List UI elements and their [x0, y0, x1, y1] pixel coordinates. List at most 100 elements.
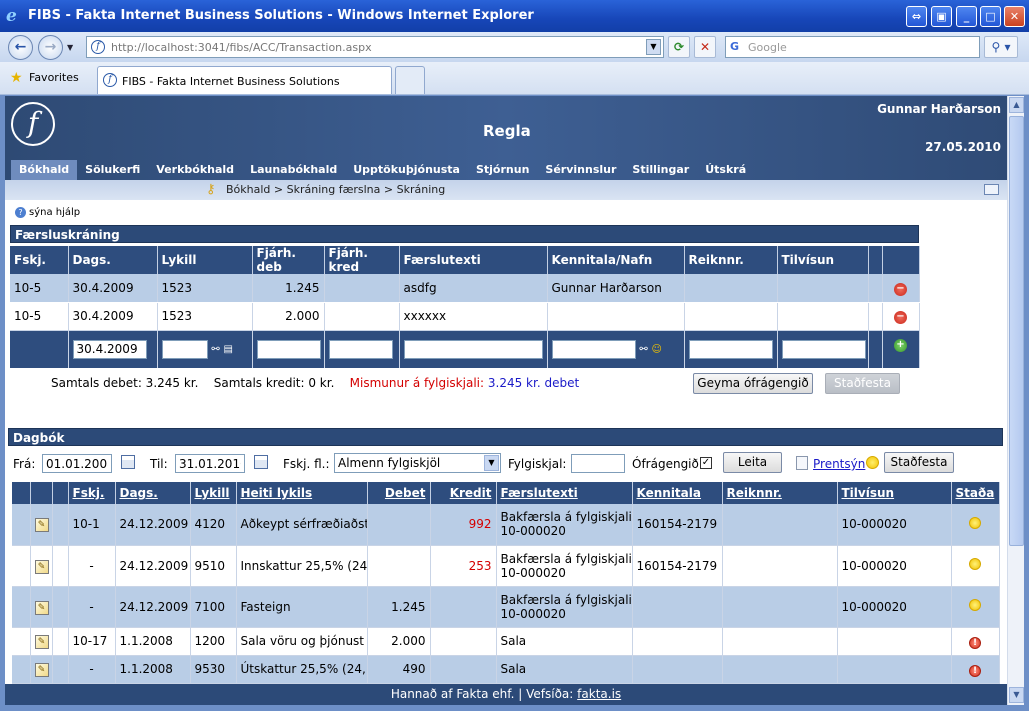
new-dags-input[interactable]	[72, 339, 147, 359]
col-fskj[interactable]: Fskj.	[68, 482, 116, 504]
col-dags[interactable]: Dags.	[115, 482, 191, 504]
journal-confirm-button[interactable]: Staðfesta	[884, 452, 954, 473]
doc-type-select[interactable]: Almenn fylgiskjöl ▼	[334, 453, 501, 473]
table-row[interactable]: ✎ - 24.12.2009 9510 Innskattur 25,5% (24…	[12, 545, 1000, 587]
col-fskj: Fskj.	[10, 246, 69, 274]
add-row-icon[interactable]: +	[894, 338, 907, 352]
current-user: Gunnar Harðarson	[877, 102, 1001, 116]
from-date-input[interactable]	[42, 454, 112, 473]
cell-fskj: 10-17	[68, 627, 116, 656]
new-tilvisun-input[interactable]	[781, 339, 866, 359]
save-draft-button[interactable]: Geyma ófrágengið	[693, 373, 813, 394]
col-lykill[interactable]: Lykill	[190, 482, 237, 504]
menu-item-launabokhald[interactable]: Launabókhald	[242, 160, 345, 180]
entry-row[interactable]: 10-5 30.4.2009 1523 2.000 xxxxxx −	[10, 302, 920, 331]
help-toggle[interactable]: ? sýna hjálp	[15, 207, 80, 218]
favorites-star-icon[interactable]: ★	[10, 70, 23, 86]
col-heiti[interactable]: Heiti lykils	[236, 482, 368, 504]
table-row[interactable]: ✎ 10-17 1.1.2008 1200 Sala vöru og þjónu…	[12, 627, 1000, 656]
edit-icon[interactable]: ✎	[34, 518, 49, 533]
cell-debet: 2.000	[367, 627, 431, 656]
lookup-icon[interactable]: ⚯	[639, 344, 647, 355]
new-kred-input[interactable]	[328, 339, 393, 359]
menu-item-utskra[interactable]: Útskrá	[697, 160, 754, 180]
cell-tilvisun	[777, 274, 869, 303]
compat-view-icon[interactable]: ⇔	[906, 6, 927, 27]
minimize-button[interactable]: _	[956, 6, 977, 27]
cell-kredit	[430, 655, 497, 684]
refresh-button[interactable]: ⟳	[668, 36, 690, 58]
browser-tab[interactable]: f FIBS - Fakta Internet Business Solutio…	[97, 66, 392, 94]
edit-icon[interactable]: ✎	[34, 600, 49, 615]
table-row[interactable]: ✎ 10-1 24.12.2009 4120 Aðkeypt sérfræðia…	[12, 504, 1000, 546]
edit-icon[interactable]: ✎	[34, 635, 49, 649]
menu-item-bokhald[interactable]: Bókhald	[11, 160, 78, 180]
new-reiknnr-input[interactable]	[688, 339, 773, 359]
col-tilvisun[interactable]: Tilvísun	[837, 482, 952, 504]
search-box[interactable]: G Google	[725, 36, 980, 58]
calendar-list-icon[interactable]: ▤	[224, 344, 233, 355]
stop-button[interactable]: ✕	[694, 36, 716, 58]
new-kennitala-input[interactable]	[551, 339, 636, 359]
scroll-up-icon[interactable]: ▲	[1009, 97, 1024, 113]
search-button[interactable]: ⚲ ▾	[984, 36, 1018, 58]
page-title: Regla	[483, 122, 531, 140]
menu-item-stjornun[interactable]: Stjórnun	[468, 160, 537, 180]
back-button[interactable]: ←	[8, 35, 33, 60]
new-deb-input[interactable]	[256, 339, 321, 359]
edit-icon[interactable]: ✎	[34, 559, 49, 574]
favorites-label[interactable]: Favorites	[29, 71, 79, 84]
delete-row-icon[interactable]: −	[894, 311, 907, 324]
menu-item-stillingar[interactable]: Stillingar	[624, 160, 697, 180]
new-tab-button[interactable]	[395, 66, 425, 94]
col-reiknnr[interactable]: Reiknnr.	[722, 482, 838, 504]
history-dropdown-icon[interactable]: ▼	[67, 43, 73, 52]
help-label[interactable]: sýna hjálp	[29, 207, 80, 218]
new-texti-input[interactable]	[403, 339, 543, 359]
breadcrumb-bar: ⚷ Bókhald > Skráning færslna > Skráning	[5, 180, 1007, 200]
cell-heiti: Sala vöru og þjónust	[236, 627, 368, 656]
calendar-icon[interactable]	[121, 455, 135, 469]
lookup-icon[interactable]: ⚯	[211, 344, 219, 355]
scroll-down-icon[interactable]: ▼	[1009, 687, 1024, 703]
print-preview-link[interactable]: Prentsýn	[813, 457, 865, 471]
address-url[interactable]: http://localhost:3041/fibs/ACC/Transacti…	[111, 41, 372, 54]
col-debet[interactable]: Debet	[367, 482, 431, 504]
entry-confirm-button[interactable]: Staðfesta	[825, 373, 900, 394]
mail-icon[interactable]	[984, 184, 999, 195]
menu-item-solukerfi[interactable]: Sölukerfi	[77, 160, 148, 180]
person-icon[interactable]: ☺	[652, 344, 662, 355]
menu-item-upptokuthjonusta[interactable]: Upptökuþjónusta	[345, 160, 468, 180]
scroll-thumb[interactable]	[1009, 116, 1024, 546]
cell-dags: 24.12.2009	[115, 504, 191, 546]
col-stada[interactable]: Staða	[951, 482, 1000, 504]
menu-item-verkbokhald[interactable]: Verkbókhald	[148, 160, 242, 180]
window-title: FIBS - Fakta Internet Business Solutions…	[28, 8, 534, 23]
page-scrollbar[interactable]: ▲ ▼	[1007, 96, 1024, 705]
calendar-icon[interactable]	[254, 455, 268, 469]
address-bar[interactable]: f http://localhost:3041/fibs/ACC/Transac…	[86, 36, 664, 58]
forward-button[interactable]: →	[38, 35, 63, 60]
restore-app-icon[interactable]: ▣	[931, 6, 952, 27]
doc-input[interactable]	[571, 454, 625, 473]
col-kennitala[interactable]: Kennitala	[632, 482, 723, 504]
unfinished-checkbox[interactable]: ✓	[700, 457, 712, 469]
menu-item-servinnslur[interactable]: Sérvinnslur	[537, 160, 624, 180]
maximize-button[interactable]: □	[980, 6, 1001, 27]
unfinished-label: Ófrágengið:	[632, 457, 703, 471]
to-date-input[interactable]	[175, 454, 245, 473]
new-lykill-input[interactable]	[161, 339, 208, 359]
table-row[interactable]: ✎ - 1.1.2008 9530 Útskattur 25,5% (24, 4…	[12, 655, 1000, 684]
search-placeholder[interactable]: Google	[748, 41, 787, 54]
address-dropdown-icon[interactable]: ▼	[646, 39, 661, 55]
close-button[interactable]: ✕	[1004, 6, 1025, 27]
col-texti[interactable]: Færslutexti	[496, 482, 633, 504]
footer-link[interactable]: fakta.is	[577, 687, 621, 701]
search-button[interactable]: Leita	[723, 452, 782, 473]
print-preview-icon[interactable]	[796, 456, 808, 470]
col-kredit[interactable]: Kredit	[430, 482, 497, 504]
delete-row-icon[interactable]: −	[894, 282, 907, 296]
entry-row[interactable]: 10-5 30.4.2009 1523 1.245 asdfg Gunnar H…	[10, 274, 920, 303]
edit-icon[interactable]: ✎	[34, 663, 49, 677]
table-row[interactable]: ✎ - 24.12.2009 7100 Fasteign 1.245 Bakfæ…	[12, 586, 1000, 628]
